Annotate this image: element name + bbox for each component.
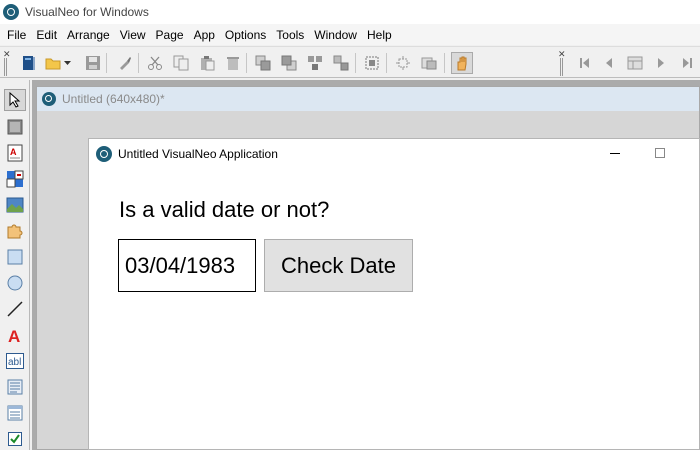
delete-icon[interactable] xyxy=(223,53,243,73)
menu-arrange[interactable]: Arrange xyxy=(63,28,114,42)
image-tool-icon[interactable] xyxy=(4,194,26,216)
ungroup-icon[interactable] xyxy=(331,53,351,73)
send-back-icon[interactable] xyxy=(279,53,299,73)
bring-front-icon[interactable] xyxy=(253,53,273,73)
menu-tools[interactable]: Tools xyxy=(272,28,308,42)
select-all-icon[interactable] xyxy=(362,53,382,73)
hand-icon[interactable] xyxy=(451,52,473,74)
app-title-bar[interactable]: Untitled VisualNeo Application xyxy=(89,139,699,169)
main-toolbar: ✕ ✕ xyxy=(0,46,700,78)
menu-window[interactable]: Window xyxy=(310,28,361,42)
book-icon[interactable] xyxy=(19,53,39,73)
maximize-icon[interactable] xyxy=(655,148,665,158)
circle-tool-icon[interactable] xyxy=(4,272,26,294)
menu-edit[interactable]: Edit xyxy=(32,28,61,42)
text-object-icon[interactable]: A xyxy=(4,324,26,346)
date-input[interactable] xyxy=(118,239,256,292)
first-page-icon[interactable] xyxy=(575,53,595,73)
svg-text:A: A xyxy=(8,327,20,344)
rectangle-tool-icon[interactable] xyxy=(4,116,26,138)
menu-file[interactable]: File xyxy=(3,28,30,42)
app-logo-icon xyxy=(96,146,112,162)
align-icon[interactable] xyxy=(393,53,413,73)
last-page-icon[interactable] xyxy=(677,53,697,73)
container-tool-icon[interactable] xyxy=(4,376,26,398)
toolbar-close-icon[interactable]: ✕ xyxy=(558,50,566,59)
checkbox-tool-icon[interactable] xyxy=(4,428,26,450)
paste-icon[interactable] xyxy=(197,53,217,73)
pointer-tool-icon[interactable] xyxy=(4,89,26,111)
toolbox-panel: A A abl xyxy=(0,80,30,450)
question-label: Is a valid date or not? xyxy=(119,197,330,222)
save-icon[interactable] xyxy=(83,53,103,73)
group-icon[interactable] xyxy=(305,53,325,73)
menu-help[interactable]: Help xyxy=(363,28,396,42)
square-tool-icon[interactable] xyxy=(4,246,26,268)
toolbar-separator xyxy=(138,53,139,73)
dropdown-arrow-icon[interactable] xyxy=(62,53,74,73)
svg-text:A: A xyxy=(10,147,17,157)
next-page-icon[interactable] xyxy=(651,53,671,73)
app-window-title: Untitled VisualNeo Application xyxy=(118,147,278,161)
visualneo-logo-icon xyxy=(3,4,19,20)
page-list-icon[interactable] xyxy=(625,53,645,73)
app-preview-window: Untitled VisualNeo Application Is a vali… xyxy=(88,138,700,450)
menu-bar: File Edit Arrange View Page App Options … xyxy=(0,24,700,45)
cut-icon[interactable] xyxy=(145,53,165,73)
title-bar: VisualNeo for Windows xyxy=(0,0,700,24)
menu-app[interactable]: App xyxy=(190,28,219,42)
brush-icon[interactable] xyxy=(115,53,135,73)
window-title: VisualNeo for Windows xyxy=(25,5,149,19)
menu-options[interactable]: Options xyxy=(221,28,270,42)
button-tool-icon[interactable] xyxy=(4,168,26,190)
svg-text:abl: abl xyxy=(8,357,21,368)
toolbar-separator xyxy=(355,53,356,73)
check-date-button[interactable]: Check Date xyxy=(264,239,413,292)
menu-view[interactable]: View xyxy=(116,28,150,42)
size-icon[interactable] xyxy=(419,53,439,73)
toolbar-separator xyxy=(444,53,445,73)
line-tool-icon[interactable] xyxy=(4,298,26,320)
textbox-tool-icon[interactable]: abl xyxy=(4,350,26,372)
toolbar-separator xyxy=(386,53,387,73)
document-title-bar[interactable]: Untitled (640x480)* xyxy=(37,87,699,111)
copy-icon[interactable] xyxy=(171,53,191,73)
open-folder-icon[interactable] xyxy=(43,53,63,73)
minimize-icon[interactable] xyxy=(610,153,620,154)
toolbar-separator xyxy=(106,53,107,73)
prev-page-icon[interactable] xyxy=(599,53,619,73)
list-tool-icon[interactable] xyxy=(4,402,26,424)
toolbar-separator xyxy=(246,53,247,73)
document-logo-icon xyxy=(42,92,56,106)
menu-page[interactable]: Page xyxy=(152,28,188,42)
toolbar-grip[interactable] xyxy=(4,58,7,76)
text-tool-icon[interactable]: A xyxy=(4,142,26,164)
document-title: Untitled (640x480)* xyxy=(62,92,165,106)
toolbar-grip[interactable] xyxy=(560,58,563,76)
toolbar-close-icon[interactable]: ✕ xyxy=(3,50,11,59)
plugin-tool-icon[interactable] xyxy=(4,220,26,242)
